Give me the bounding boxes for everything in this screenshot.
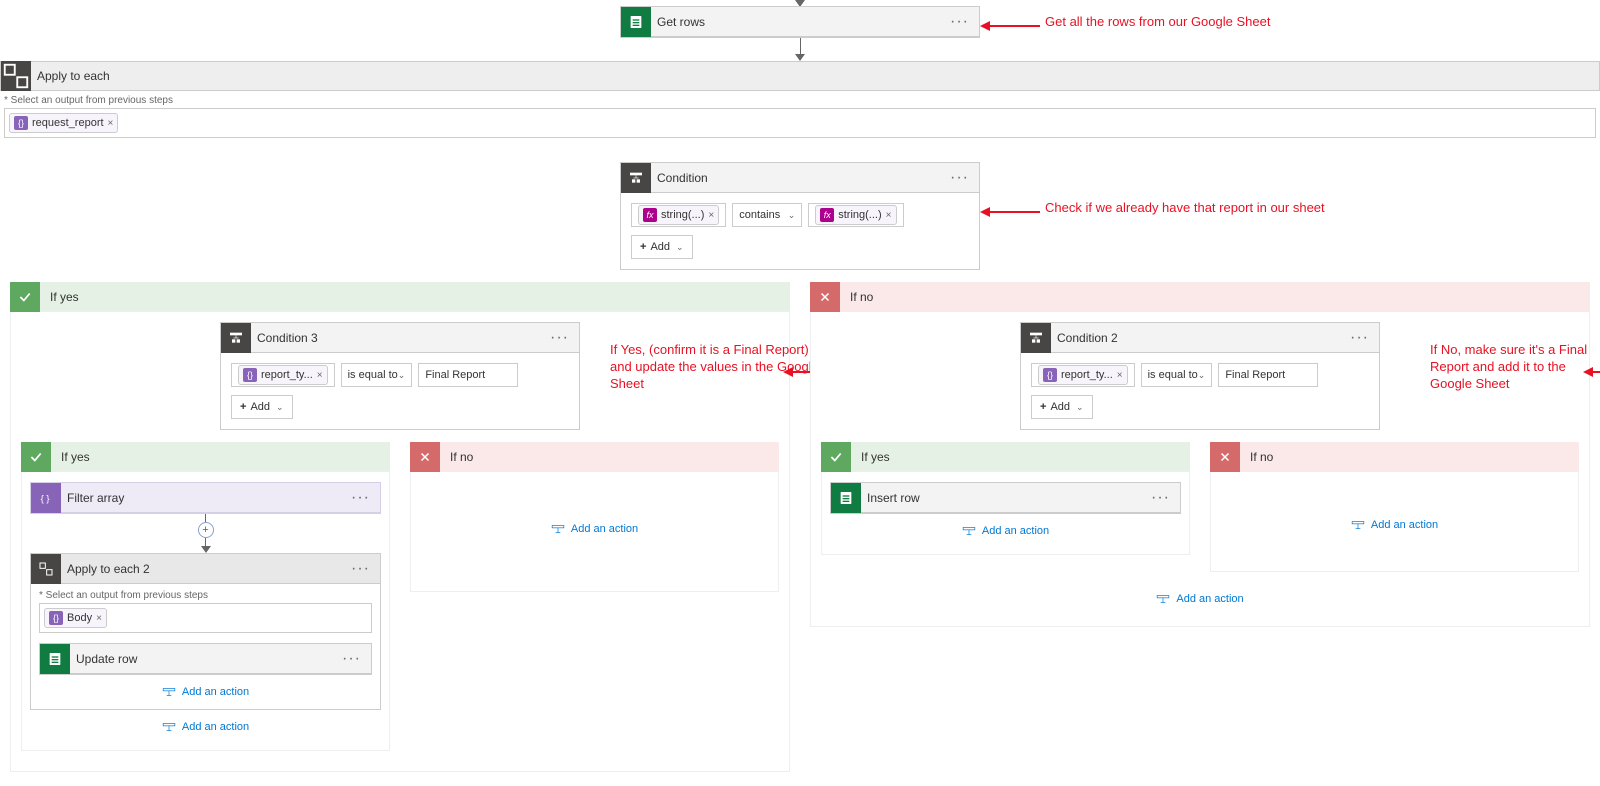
condition-right-value[interactable]: Final Report <box>1218 363 1318 387</box>
annotation-text: If No, make sure it's a Final Report and… <box>1430 342 1600 393</box>
check-icon <box>10 282 40 312</box>
branch-no-inner-2: If no Add an action <box>1210 442 1579 572</box>
condition-right-value[interactable]: Final Report <box>418 363 518 387</box>
step-title: Insert row <box>861 491 1147 505</box>
annotation-text: If Yes, (confirm it is a Final Report) a… <box>610 342 830 393</box>
step-title: Condition 2 <box>1051 331 1346 345</box>
branch-header-yes: If yes <box>21 442 390 472</box>
ellipsis-icon[interactable]: ··· <box>546 329 573 347</box>
annotation-text: Get all the rows from our Google Sheet <box>1045 14 1325 31</box>
token-request-report[interactable]: {}request_report× <box>9 113 118 133</box>
condition-left-operand[interactable]: {}report_ty...× <box>231 363 335 387</box>
branch-header-no: If no <box>810 282 1590 312</box>
step-condition-2[interactable]: Condition 2 ··· {}report_ty...× is equal… <box>1020 322 1380 430</box>
add-action-link[interactable]: Add an action <box>830 524 1181 538</box>
insert-step-button[interactable]: + <box>198 522 214 538</box>
branch-header-no: If no <box>410 442 779 472</box>
condition-left-operand[interactable]: fxstring(...)× <box>631 203 726 227</box>
close-icon <box>410 442 440 472</box>
ellipsis-icon[interactable]: ··· <box>946 13 973 31</box>
step-title: Get rows <box>651 15 946 29</box>
field-label: * Select an output from previous steps <box>4 95 1596 106</box>
branch-header-yes: If yes <box>821 442 1190 472</box>
field-label: * Select an output from previous steps <box>39 590 372 601</box>
condition-icon <box>221 323 251 353</box>
close-icon <box>1210 442 1240 472</box>
ellipsis-icon[interactable]: ··· <box>1147 489 1174 507</box>
step-condition[interactable]: Condition ··· fxstring(...)× contains⌄ f… <box>620 162 980 270</box>
google-sheets-icon <box>40 644 70 674</box>
condition-left-operand[interactable]: {}report_ty...× <box>1031 363 1135 387</box>
step-title: Update row <box>70 652 338 666</box>
token-body[interactable]: {}Body× <box>44 608 107 628</box>
annotation-text: Check if we already have that report in … <box>1045 200 1375 217</box>
step-filter-array[interactable]: { } Filter array ··· <box>30 482 381 514</box>
close-icon <box>810 282 840 312</box>
step-title: Filter array <box>61 491 347 505</box>
step-condition-3[interactable]: Condition 3 ··· {}report_ty...× is equal… <box>220 322 580 430</box>
ellipsis-icon[interactable]: ··· <box>338 650 365 668</box>
condition-operator[interactable]: is equal to⌄ <box>341 363 413 387</box>
step-apply-to-each-2[interactable]: Apply to each 2 ··· * Select an output f… <box>30 553 381 710</box>
svg-text:{ }: { } <box>41 493 50 503</box>
branch-no: If no Condition 2 ··· <box>810 282 1590 627</box>
add-button[interactable]: +Add⌄ <box>231 395 293 419</box>
add-button[interactable]: +Add⌄ <box>631 235 693 259</box>
loop-icon <box>31 554 61 584</box>
step-title: Apply to each <box>31 69 1599 83</box>
condition-right-operand[interactable]: fxstring(...)× <box>808 203 903 227</box>
loop-icon <box>1 61 31 91</box>
check-icon <box>21 442 51 472</box>
step-update-row[interactable]: Update row ··· <box>39 643 372 675</box>
google-sheets-icon <box>621 7 651 37</box>
branch-yes-inner: If yes { } Filter array ··· <box>21 442 390 751</box>
condition-operator[interactable]: is equal to⌄ <box>1141 363 1213 387</box>
annotation-arrow <box>980 206 1040 218</box>
add-action-link[interactable]: Add an action <box>419 522 770 536</box>
annotation-arrow <box>980 20 1040 32</box>
google-sheets-icon <box>831 483 861 513</box>
ellipsis-icon[interactable]: ··· <box>347 489 374 507</box>
ellipsis-icon[interactable]: ··· <box>347 560 374 578</box>
condition-icon <box>621 163 651 193</box>
step-insert-row[interactable]: Insert row ··· <box>830 482 1181 514</box>
branch-yes: If yes Condition 3 ··· <box>10 282 790 772</box>
add-action-link[interactable]: Add an action <box>1219 518 1570 532</box>
check-icon <box>821 442 851 472</box>
step-title: Condition 3 <box>251 331 546 345</box>
branch-header-yes: If yes <box>10 282 790 312</box>
step-title: Apply to each 2 <box>61 562 347 576</box>
ellipsis-icon[interactable]: ··· <box>1346 329 1373 347</box>
add-action-link[interactable]: Add an action <box>821 592 1579 606</box>
branch-header-no: If no <box>1210 442 1579 472</box>
condition-icon <box>1021 323 1051 353</box>
branch-yes-inner-2: If yes Insert row ··· <box>821 442 1190 555</box>
step-title: Condition <box>651 171 946 185</box>
step-apply-to-each[interactable]: Apply to each <box>0 61 1600 91</box>
data-operations-icon: { } <box>31 483 61 513</box>
step-get-rows[interactable]: Get rows ··· <box>620 6 980 38</box>
ellipsis-icon[interactable]: ··· <box>946 169 973 187</box>
add-button[interactable]: +Add⌄ <box>1031 395 1093 419</box>
add-action-link[interactable]: Add an action <box>39 685 372 699</box>
add-action-link[interactable]: Add an action <box>30 720 381 734</box>
branch-no-inner: If no Add an action <box>410 442 779 592</box>
condition-operator[interactable]: contains⌄ <box>732 203 802 227</box>
